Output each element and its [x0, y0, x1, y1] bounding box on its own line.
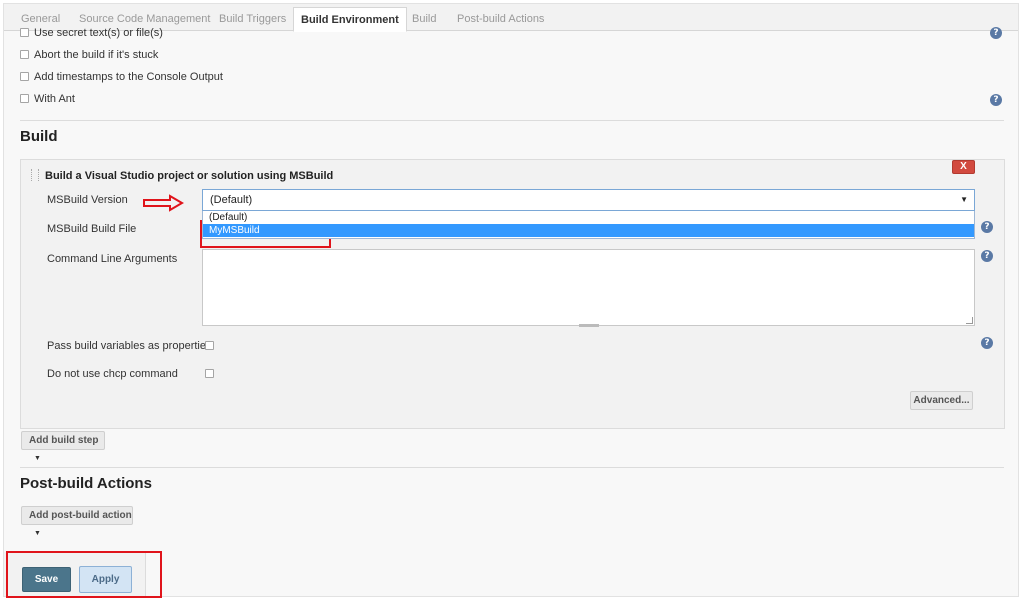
- tab-build-triggers[interactable]: Build Triggers: [212, 7, 293, 31]
- abort-stuck-checkbox[interactable]: [20, 50, 29, 59]
- chevron-down-icon: ▼: [34, 530, 41, 537]
- dropdown-option-mymsbuild[interactable]: MyMSBuild: [203, 224, 974, 237]
- drag-handle[interactable]: [31, 169, 39, 181]
- help-icon[interactable]: ?: [981, 337, 993, 349]
- msbuild-version-value: (Default): [210, 194, 253, 206]
- step-title: Build a Visual Studio project or solutio…: [45, 170, 334, 182]
- command-line-label: Command Line Arguments: [47, 253, 178, 265]
- build-file-label: MSBuild Build File: [47, 223, 137, 235]
- annotation-highlight-box: [6, 551, 162, 598]
- tab-build-environment[interactable]: Build Environment: [293, 7, 407, 32]
- msbuild-version-select[interactable]: (Default) ▼: [202, 189, 975, 211]
- dropdown-option-default[interactable]: (Default): [203, 211, 974, 224]
- timestamps-checkbox[interactable]: [20, 72, 29, 81]
- jenkins-config-page: General Source Code Management Build Tri…: [3, 3, 1019, 597]
- delete-step-button[interactable]: X: [952, 160, 975, 174]
- add-post-build-action-button[interactable]: Add post-build action ▼: [21, 506, 133, 537]
- with-ant-label: With Ant: [34, 93, 75, 105]
- msbuild-version-label: MSBuild Version: [47, 194, 128, 206]
- advanced-button[interactable]: Advanced...: [910, 391, 973, 410]
- command-line-textarea[interactable]: [202, 249, 975, 327]
- option-abort-stuck: Abort the build if it's stuck: [20, 49, 158, 61]
- annotation-arrow-icon: [143, 194, 184, 212]
- resize-handle-icon[interactable]: [966, 317, 973, 324]
- chevron-down-icon: ▼: [960, 195, 968, 204]
- secret-text-label: Use secret text(s) or file(s): [34, 27, 163, 39]
- textarea-grip[interactable]: [579, 324, 599, 327]
- help-icon[interactable]: ?: [981, 221, 993, 233]
- help-icon[interactable]: ?: [990, 27, 1002, 39]
- add-post-build-action-label: Add post-build action: [29, 510, 132, 521]
- help-icon[interactable]: ?: [981, 250, 993, 262]
- tab-build[interactable]: Build: [405, 7, 443, 31]
- chevron-down-icon: ▼: [34, 455, 41, 462]
- msbuild-version-dropdown: (Default) MyMSBuild: [202, 211, 975, 239]
- timestamps-label: Add timestamps to the Console Output: [34, 71, 223, 83]
- config-body: Use secret text(s) or file(s) ? Abort th…: [4, 27, 1018, 596]
- tab-post-build-actions[interactable]: Post-build Actions: [450, 7, 551, 31]
- option-with-ant: With Ant: [20, 93, 75, 105]
- build-section-title: Build: [20, 128, 58, 145]
- help-icon[interactable]: ?: [990, 94, 1002, 106]
- post-build-section-title: Post-build Actions: [20, 475, 152, 492]
- with-ant-checkbox[interactable]: [20, 94, 29, 103]
- section-divider: [20, 467, 1004, 468]
- secret-text-checkbox[interactable]: [20, 28, 29, 37]
- option-secret-text: Use secret text(s) or file(s): [20, 27, 163, 39]
- option-timestamps: Add timestamps to the Console Output: [20, 71, 223, 83]
- section-divider: [20, 120, 1004, 121]
- add-build-step-label: Add build step: [29, 435, 99, 446]
- no-chcp-checkbox[interactable]: [205, 369, 214, 378]
- add-build-step-button[interactable]: Add build step ▼: [21, 431, 105, 462]
- pass-vars-checkbox[interactable]: [205, 341, 214, 350]
- abort-stuck-label: Abort the build if it's stuck: [34, 49, 159, 61]
- pass-vars-label: Pass build variables as properties: [47, 340, 212, 352]
- no-chcp-label: Do not use chcp command: [47, 368, 178, 380]
